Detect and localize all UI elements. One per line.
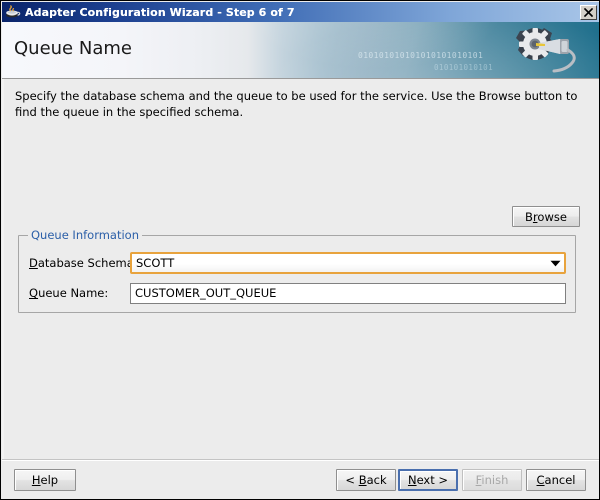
database-schema-row: Database Schema: SCOTT [19, 252, 575, 274]
window-title: Adapter Configuration Wizard - Step 6 of… [25, 5, 295, 19]
database-schema-label: Database Schema: [29, 256, 138, 270]
page-title: Queue Name [14, 38, 132, 59]
close-button[interactable] [580, 4, 597, 20]
queue-name-row: Queue Name: CUSTOMER_OUT_QUEUE [19, 282, 575, 304]
queue-name-label: Queue Name: [29, 286, 109, 300]
chevron-down-icon[interactable] [546, 254, 564, 272]
help-button[interactable]: Help [14, 469, 76, 491]
dialog-content: Specify the database schema and the queu… [2, 79, 599, 459]
next-button[interactable]: Next > [398, 469, 458, 491]
help-button-label: Help [31, 473, 59, 487]
finish-button: Finish [462, 469, 522, 491]
close-icon [584, 7, 593, 17]
cancel-button[interactable]: Cancel [526, 469, 586, 491]
queue-name-input[interactable]: CUSTOMER_OUT_QUEUE [130, 282, 566, 304]
instruction-text: Specify the database schema and the queu… [15, 89, 578, 119]
java-coffee-cup-icon [5, 4, 21, 20]
back-button[interactable]: < Back [336, 469, 396, 491]
banner-binary-text-2: 010101010101 [434, 63, 493, 72]
queue-information-legend: Queue Information [28, 228, 143, 242]
next-button-label: Next > [407, 473, 449, 487]
queue-information-group: Queue Information Database Schema: SCOTT… [18, 228, 576, 313]
finish-button-label: Finish [475, 473, 509, 487]
gear-wrench-icon [498, 24, 596, 78]
dialog-footer: Help < Back Next > Finish Cancel [2, 459, 599, 499]
footer-divider [2, 460, 599, 461]
banner-binary-text-1: 010101010101010101010101 [358, 51, 484, 60]
queue-name-value: CUSTOMER_OUT_QUEUE [135, 286, 277, 300]
wizard-header-banner: 010101010101010101010101 010101010101 Qu… [2, 22, 599, 79]
browse-button-label: Browse [525, 209, 567, 224]
back-button-label: < Back [345, 473, 387, 487]
browse-button[interactable]: Browse [512, 206, 580, 227]
database-schema-value: SCOTT [136, 256, 175, 270]
titlebar: Adapter Configuration Wizard - Step 6 of… [2, 2, 599, 22]
adapter-configuration-wizard-window: Adapter Configuration Wizard - Step 6 of… [0, 0, 600, 500]
cancel-button-label: Cancel [536, 473, 576, 487]
database-schema-combobox[interactable]: SCOTT [130, 252, 566, 274]
